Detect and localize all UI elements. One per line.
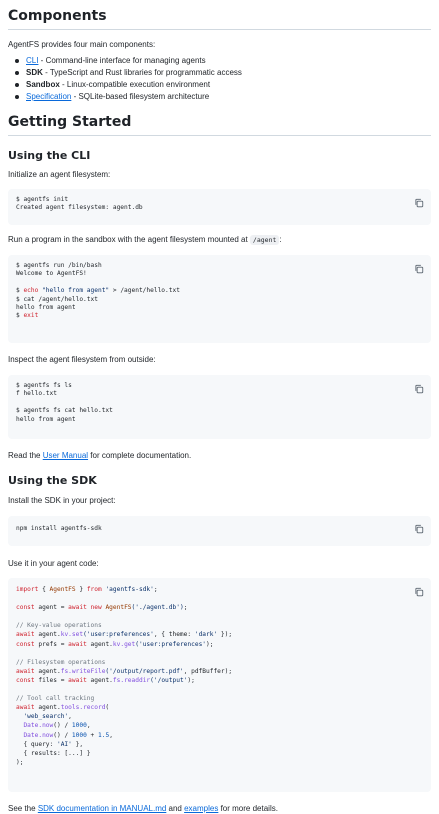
using-sdk-heading: Using the SDK	[8, 474, 97, 487]
sdk-step2: Use it in your agent code:	[8, 559, 99, 568]
sdk-step1: Install the SDK in your project:	[8, 496, 116, 505]
copy-icon[interactable]	[414, 524, 424, 534]
code-block-init: $ agentfs init Created agent filesystem:…	[8, 189, 431, 225]
cli-step2: Run a program in the sandbox with the ag…	[8, 235, 282, 245]
getting-started-heading: Getting Started	[8, 114, 431, 136]
specification-link[interactable]: Specification	[26, 92, 71, 101]
cli-step1: Initialize an agent filesystem:	[8, 170, 111, 179]
read-manual-text: Read the User Manual for complete docume…	[8, 451, 192, 460]
inline-code-agent: /agent	[249, 235, 280, 245]
readme-content: Components AgentFS provides four main co…	[0, 0, 439, 814]
components-list: CLI - Command-line interface for managin…	[8, 55, 431, 103]
components-intro: AgentFS provides four main components:	[8, 40, 156, 49]
using-cli-heading: Using the CLI	[8, 149, 91, 162]
code-block-run: $ agentfs run /bin/bash Welcome to Agent…	[8, 255, 431, 343]
copy-icon[interactable]	[414, 198, 424, 208]
code-block-inspect: $ agentfs fs ls f hello.txt $ agentfs fs…	[8, 375, 431, 439]
code-block-install: npm install agentfs-sdk	[8, 516, 431, 546]
cli-step3: Inspect the agent filesystem from outsid…	[8, 355, 156, 364]
see-docs-text: See the SDK documentation in MANUAL.md a…	[8, 804, 278, 813]
list-item-sandbox: Sandbox - Linux-compatible execution env…	[15, 79, 431, 91]
components-heading: Components	[8, 0, 431, 30]
list-item-specification: Specification - SQLite-based filesystem …	[15, 91, 431, 103]
sdk-docs-link[interactable]: SDK documentation in MANUAL.md	[38, 804, 167, 813]
list-item-cli: CLI - Command-line interface for managin…	[15, 55, 431, 67]
copy-icon[interactable]	[414, 587, 424, 597]
cli-link[interactable]: CLI	[26, 56, 38, 65]
copy-icon[interactable]	[414, 384, 424, 394]
copy-icon[interactable]	[414, 264, 424, 274]
list-item-sdk: SDK - TypeScript and Rust libraries for …	[15, 67, 431, 79]
user-manual-link[interactable]: User Manual	[43, 451, 88, 460]
code-block-sdk-usage: import { AgentFS } from 'agentfs-sdk'; c…	[8, 578, 431, 792]
examples-link[interactable]: examples	[184, 804, 218, 813]
